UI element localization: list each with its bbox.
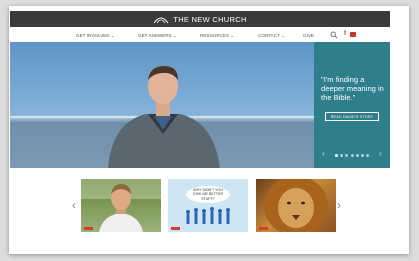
- site-title: THE NEW CHURCH: [173, 14, 247, 24]
- person-photo: [108, 66, 220, 168]
- hero-photo: [10, 42, 314, 168]
- slide-dots: [335, 154, 370, 157]
- facebook-icon[interactable]: f: [344, 31, 346, 37]
- nav-get-involved[interactable]: GET INVOLVED ⌄: [76, 33, 115, 39]
- card-man-portrait[interactable]: [81, 179, 161, 232]
- nav-resources[interactable]: RESOURCES ⌄: [200, 33, 234, 39]
- card-lion[interactable]: [256, 179, 336, 232]
- hero-prev-arrow[interactable]: ‹: [322, 149, 325, 158]
- slide-dot[interactable]: [345, 154, 349, 157]
- church-logo-icon: [153, 17, 169, 23]
- slide-dot[interactable]: [366, 154, 370, 157]
- read-story-button[interactable]: READ DAVID'S STORY: [325, 112, 379, 121]
- card-tag: [171, 227, 180, 230]
- lion-photo: [264, 179, 328, 232]
- hero-next-arrow[interactable]: ›: [379, 149, 382, 158]
- main-nav: GET INVOLVED ⌄ GET ANSWERS ⌄ RESOURCES ⌄…: [10, 31, 390, 41]
- man-portrait-photo: [81, 179, 161, 232]
- card-tag: [259, 227, 268, 230]
- speech-bubble: WHY DIDN'T YOU GIVE ME BETTER STUFF?: [186, 186, 230, 203]
- cards-next-arrow[interactable]: ›: [337, 198, 341, 212]
- nav-get-answers[interactable]: GET ANSWERS ⌄: [138, 33, 177, 39]
- youtube-icon[interactable]: [350, 32, 356, 37]
- nav-contact[interactable]: CONTACT ⌄: [258, 33, 285, 39]
- site-header: THE NEW CHURCH: [10, 11, 390, 27]
- nav-give[interactable]: GIVE: [303, 33, 314, 38]
- card-tag: [84, 227, 93, 230]
- slide-dot[interactable]: [355, 154, 359, 157]
- hero-quote-panel: "I'm finding a deeper meaning in the Bib…: [314, 42, 390, 168]
- slide-dot[interactable]: [360, 154, 364, 157]
- slide-dot[interactable]: [335, 154, 338, 157]
- site-logo[interactable]: THE NEW CHURCH: [153, 15, 246, 24]
- cards-prev-arrow[interactable]: ‹: [72, 198, 76, 212]
- slide-dot[interactable]: [350, 154, 354, 157]
- search-icon[interactable]: [330, 31, 338, 39]
- card-cartoon[interactable]: WHY DIDN'T YOU GIVE ME BETTER STUFF?: [168, 179, 248, 232]
- slide-dot[interactable]: [340, 154, 344, 157]
- hero-quote: "I'm finding a deeper meaning in the Bib…: [321, 75, 384, 102]
- hero-slider: "I'm finding a deeper meaning in the Bib…: [10, 42, 390, 168]
